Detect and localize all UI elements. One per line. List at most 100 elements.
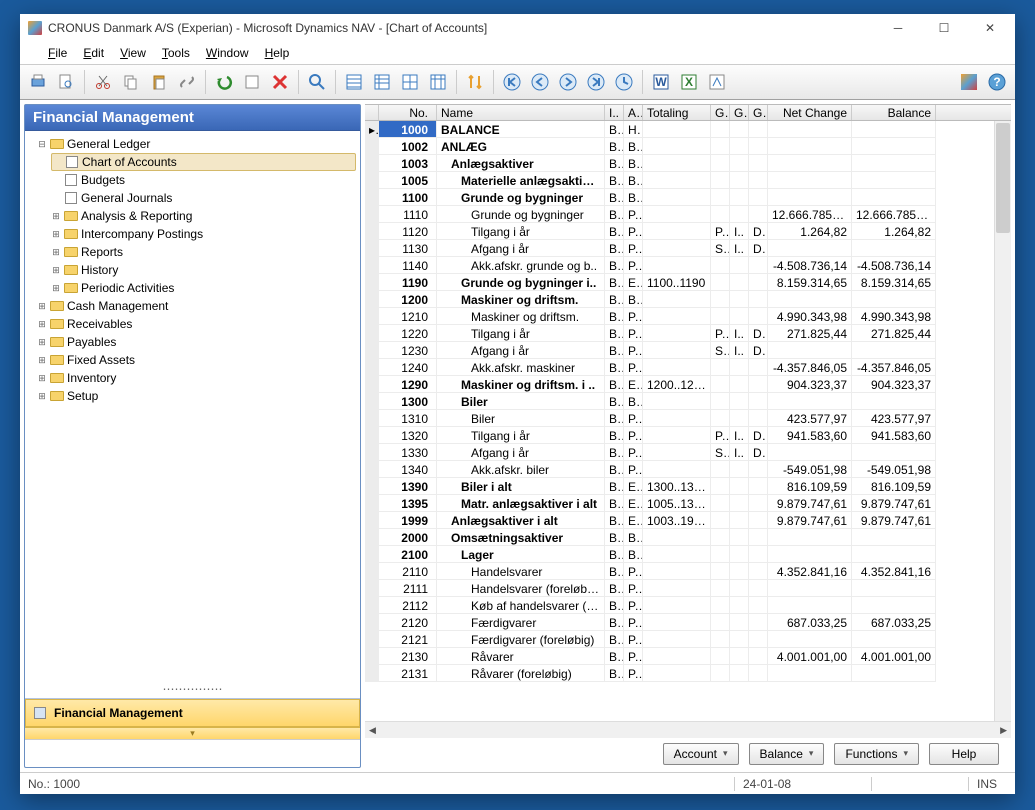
tree-general-ledger[interactable]: ⊟General Ledger xyxy=(37,135,356,153)
tree-fixed-assets[interactable]: ⊞Fixed Assets xyxy=(37,351,356,369)
minimize-button[interactable]: ─ xyxy=(885,18,911,38)
cut-icon[interactable] xyxy=(91,70,115,94)
prev-icon[interactable] xyxy=(528,70,552,94)
zoom-icon[interactable] xyxy=(305,70,329,94)
col-balance[interactable]: Balance xyxy=(852,105,936,120)
copy-icon[interactable] xyxy=(119,70,143,94)
grid-header[interactable]: No. Name I.. A.. Totaling G.. G.. G.. Ne… xyxy=(365,104,1011,121)
menu-edit[interactable]: Edit xyxy=(75,44,112,62)
tree-budgets[interactable]: Budgets xyxy=(51,171,356,189)
word-icon[interactable]: W xyxy=(649,70,673,94)
refresh-icon[interactable] xyxy=(612,70,636,94)
table-row[interactable]: 1230Afgang i årB..P..S..I..D.. xyxy=(365,342,1011,359)
table-row[interactable]: 2110HandelsvarerB..P..4.352.841,164.352.… xyxy=(365,563,1011,580)
col-totaling[interactable]: Totaling xyxy=(643,105,711,120)
clear-icon[interactable] xyxy=(240,70,264,94)
table-row[interactable]: 2130RåvarerB..P..4.001.001,004.001.001,0… xyxy=(365,648,1011,665)
table-row[interactable]: 1390Biler i altB..E..1300..1390816.109,5… xyxy=(365,478,1011,495)
table-row[interactable]: 1300BilerB..B.. xyxy=(365,393,1011,410)
delete-icon[interactable] xyxy=(268,70,292,94)
table-row[interactable]: 1330Afgang i årB..P..S..I..D.. xyxy=(365,444,1011,461)
tree-inventory[interactable]: ⊞Inventory xyxy=(37,369,356,387)
help-icon[interactable]: ? xyxy=(985,70,1009,94)
table-row[interactable]: 1999Anlægsaktiver i altB..E..1003..19999… xyxy=(365,512,1011,529)
col-netchange[interactable]: Net Change xyxy=(768,105,852,120)
table-row[interactable]: 2121Færdigvarer (foreløbig)B..P.. xyxy=(365,631,1011,648)
print-icon[interactable] xyxy=(26,70,50,94)
table-row[interactable]: 1240Akk.afskr. maskinerB..P..-4.357.846,… xyxy=(365,359,1011,376)
tree-reports[interactable]: ⊞Reports xyxy=(51,243,356,261)
table-row[interactable]: 2111Handelsvarer (foreløbig)B..P.. xyxy=(365,580,1011,597)
nav-splitter[interactable]: ⋯⋯⋯⋯⋯ xyxy=(25,680,360,698)
last-icon[interactable] xyxy=(584,70,608,94)
maximize-button[interactable]: ☐ xyxy=(931,18,957,38)
list1-icon[interactable] xyxy=(342,70,366,94)
table-row[interactable]: 1130Afgang i årB..P..S..I..D.. xyxy=(365,240,1011,257)
col-no[interactable]: No. xyxy=(379,105,437,120)
table-row[interactable]: 1200Maskiner og driftsm.B..B.. xyxy=(365,291,1011,308)
table-row[interactable]: 1140Akk.afskr. grunde og b..B..P..-4.508… xyxy=(365,257,1011,274)
table-row[interactable]: 1395Matr. anlægsaktiver i altB..E..1005.… xyxy=(365,495,1011,512)
table-row[interactable]: 2120FærdigvarerB..P..687.033,25687.033,2… xyxy=(365,614,1011,631)
menu-window[interactable]: Window xyxy=(198,44,257,62)
menu-file[interactable]: File xyxy=(40,44,75,62)
horizontal-scrollbar[interactable]: ◀▶ xyxy=(365,721,1011,738)
tree-history[interactable]: ⊞History xyxy=(51,261,356,279)
col-g1[interactable]: G.. xyxy=(711,105,730,120)
nav-logo-icon[interactable] xyxy=(957,70,981,94)
nav-group-financial[interactable]: Financial Management xyxy=(25,699,360,727)
table-row[interactable]: ▸1000BALANCEB..H.. xyxy=(365,121,1011,138)
table-row[interactable]: 1220Tilgang i årB..P..P..I..D..271.825,4… xyxy=(365,325,1011,342)
balance-button[interactable]: Balance ▾ xyxy=(749,743,825,765)
table-row[interactable]: 1005Materielle anlægsaktiverB..B.. xyxy=(365,172,1011,189)
tree-intercompany-postings[interactable]: ⊞Intercompany Postings xyxy=(51,225,356,243)
table-row[interactable]: 2000OmsætningsaktiverB..B.. xyxy=(365,529,1011,546)
table-row[interactable]: 1120Tilgang i årB..P..P..I..D..1.264,821… xyxy=(365,223,1011,240)
table-row[interactable]: 2112Køb af handelsvarer (for..B..P.. xyxy=(365,597,1011,614)
export-icon[interactable] xyxy=(705,70,729,94)
link-icon[interactable] xyxy=(175,70,199,94)
table-row[interactable]: 2100LagerB..B.. xyxy=(365,546,1011,563)
list4-icon[interactable] xyxy=(426,70,450,94)
col-g2[interactable]: G.. xyxy=(730,105,749,120)
grid-body[interactable]: ▸1000BALANCEB..H..1002ANLÆGB..B..1003Anl… xyxy=(365,121,1011,721)
table-row[interactable]: 1210Maskiner og driftsm.B..P..4.990.343,… xyxy=(365,308,1011,325)
account-button[interactable]: Account ▾ xyxy=(663,743,739,765)
menu-tools[interactable]: Tools xyxy=(154,44,198,62)
table-row[interactable]: 1110Grunde og bygningerB..P..12.666.785,… xyxy=(365,206,1011,223)
table-row[interactable]: 1310BilerB..P..423.577,97423.577,97 xyxy=(365,410,1011,427)
col-account-type[interactable]: A.. xyxy=(624,105,643,120)
paste-icon[interactable] xyxy=(147,70,171,94)
menu-help[interactable]: Help xyxy=(257,44,298,62)
tree-periodic-activities[interactable]: ⊞Periodic Activities xyxy=(51,279,356,297)
col-name[interactable]: Name xyxy=(437,105,605,120)
tree-chart-of-accounts[interactable]: Chart of Accounts xyxy=(51,153,356,171)
excel-icon[interactable]: X xyxy=(677,70,701,94)
nav-tree[interactable]: ⊟General LedgerChart of AccountsBudgetsG… xyxy=(25,131,360,680)
table-row[interactable]: 1290Maskiner og driftsm. i ..B..E..1200.… xyxy=(365,376,1011,393)
col-g3[interactable]: G.. xyxy=(749,105,768,120)
tree-receivables[interactable]: ⊞Receivables xyxy=(37,315,356,333)
list2-icon[interactable] xyxy=(370,70,394,94)
tree-general-journals[interactable]: General Journals xyxy=(51,189,356,207)
sort-icon[interactable] xyxy=(463,70,487,94)
table-row[interactable]: 2131Råvarer (foreløbig)B..P.. xyxy=(365,665,1011,682)
list3-icon[interactable] xyxy=(398,70,422,94)
close-button[interactable]: ✕ xyxy=(977,18,1003,38)
tree-cash-management[interactable]: ⊞Cash Management xyxy=(37,297,356,315)
first-icon[interactable] xyxy=(500,70,524,94)
help-button[interactable]: Help xyxy=(929,743,999,765)
undo-icon[interactable] xyxy=(212,70,236,94)
preview-icon[interactable] xyxy=(54,70,78,94)
table-row[interactable]: 1340Akk.afskr. bilerB..P..-549.051,98-54… xyxy=(365,461,1011,478)
col-income[interactable]: I.. xyxy=(605,105,624,120)
vertical-scrollbar[interactable] xyxy=(994,121,1011,721)
tree-setup[interactable]: ⊞Setup xyxy=(37,387,356,405)
table-row[interactable]: 1003AnlægsaktiverB..B.. xyxy=(365,155,1011,172)
table-row[interactable]: 1190Grunde og bygninger i..B..E..1100..1… xyxy=(365,274,1011,291)
menu-view[interactable]: View xyxy=(112,44,154,62)
table-row[interactable]: 1002ANLÆGB..B.. xyxy=(365,138,1011,155)
next-icon[interactable] xyxy=(556,70,580,94)
tree-payables[interactable]: ⊞Payables xyxy=(37,333,356,351)
functions-button[interactable]: Functions ▾ xyxy=(834,743,919,765)
